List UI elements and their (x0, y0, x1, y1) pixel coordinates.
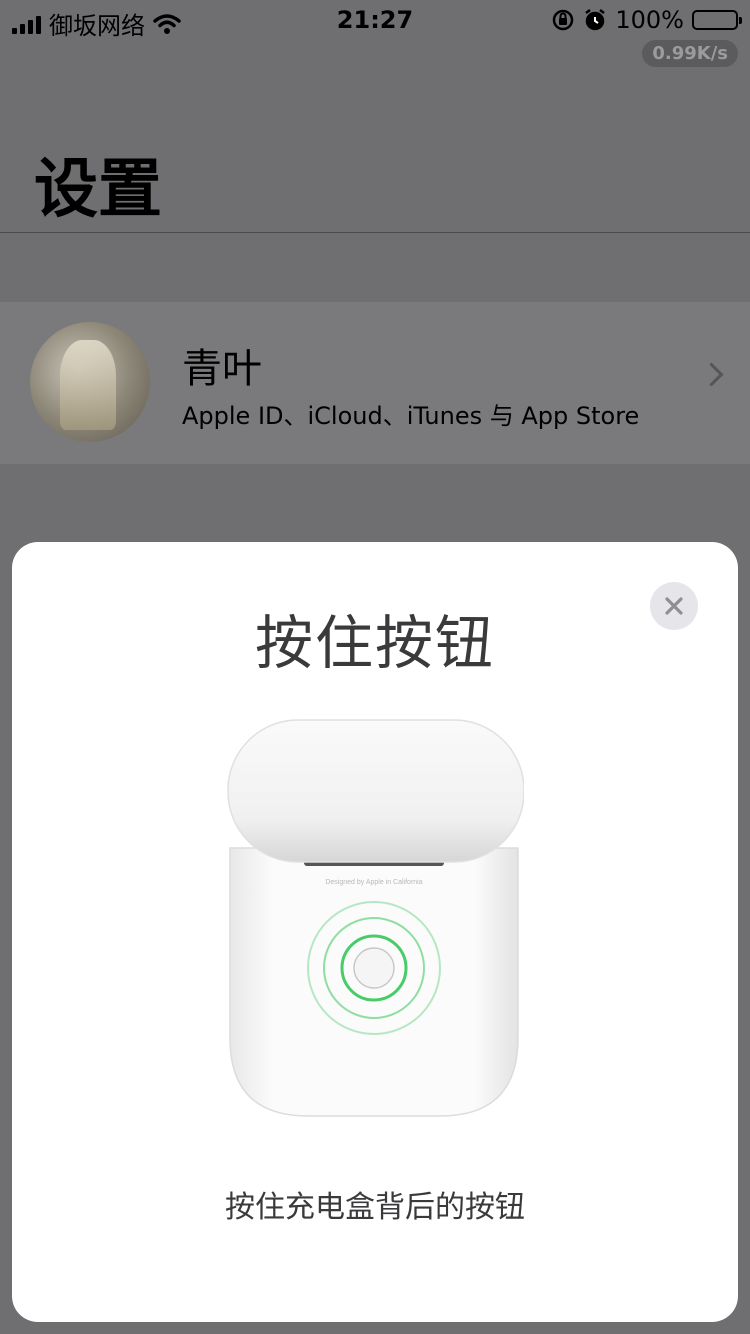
status-right: 100% (551, 6, 742, 34)
pairing-sheet: 按住按钮 Designed by Apple in California 按住充… (12, 542, 738, 1322)
profile-row[interactable]: 青叶 Apple ID、iCloud、iTunes 与 App Store (0, 302, 750, 464)
sheet-title: 按住按钮 (254, 609, 495, 677)
profile-subtitle: Apple ID、iCloud、iTunes 与 App Store (182, 402, 640, 430)
airpods-case-image: Designed by Apple in California (227, 719, 524, 1117)
status-bar: 御坂网络 21:27 100% (0, 0, 750, 40)
case-engraving: Designed by Apple in California (325, 879, 422, 886)
profile-name: 青叶 (182, 346, 262, 392)
net-speed-badge: 0.99K/s (642, 40, 738, 67)
avatar (30, 322, 150, 442)
chevron-right-icon (699, 362, 724, 387)
orientation-lock-icon (553, 9, 574, 31)
page-title: 设置 (34, 153, 162, 227)
title-divider (0, 232, 750, 233)
alarm-icon (585, 9, 606, 31)
battery-icon (692, 10, 742, 30)
sheet-caption: 按住充电盒背后的按钮 (225, 1190, 525, 1225)
battery-percent: 100% (615, 6, 684, 34)
